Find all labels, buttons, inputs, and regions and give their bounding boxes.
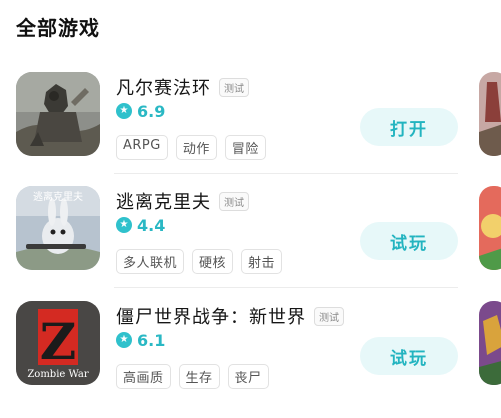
rating-score: 4.4 (137, 215, 166, 235)
genre-tag[interactable]: 丧尸 (227, 364, 269, 389)
divider (114, 287, 458, 288)
genre-tag[interactable]: ARPG (116, 135, 168, 160)
next-game-cover-peek[interactable] (479, 301, 501, 385)
genre-tag[interactable]: 生存 (178, 364, 220, 389)
open-button[interactable]: 打开 (360, 108, 458, 146)
game-title[interactable]: 逃离克里夫 (116, 188, 211, 214)
star-icon: ★ (116, 217, 132, 233)
try-play-button[interactable]: 试玩 (360, 222, 458, 260)
cover-logo-letter: Z (40, 312, 77, 371)
genre-tag[interactable]: 多人联机 (116, 249, 185, 274)
cover-title-text: 逃离克里夫 (33, 190, 83, 203)
rating-score: 6.1 (137, 330, 166, 350)
genre-tag[interactable]: 冒险 (224, 135, 266, 160)
game-cover-image[interactable]: Z Zombie War (16, 301, 100, 385)
genre-tag[interactable]: 高画质 (116, 364, 171, 389)
game-cover-image[interactable]: 逃离克里夫 (16, 186, 100, 270)
game-list-item[interactable]: 凡尔赛法环 测试 ★ 6.9 ARPG 动作 冒险 打开 (0, 70, 501, 180)
try-play-button[interactable]: 试玩 (360, 337, 458, 375)
game-title[interactable]: 僵尸世界战争：新世界 (116, 303, 306, 329)
test-badge: 测试 (314, 306, 344, 326)
game-title[interactable]: 凡尔赛法环 (116, 74, 211, 100)
genre-tag[interactable]: 硬核 (192, 249, 234, 274)
genre-tag[interactable]: 动作 (175, 135, 217, 160)
game-list-item[interactable]: 逃离克里夫 逃离克里夫 测试 ★ 4.4 多人联机 硬核 射击 试玩 (0, 184, 501, 294)
genre-tag[interactable]: 射击 (241, 249, 283, 274)
game-cover-image[interactable] (16, 72, 100, 156)
test-badge: 测试 (219, 77, 249, 97)
next-game-cover-peek[interactable] (479, 186, 501, 270)
game-list-item[interactable]: Z Zombie War 僵尸世界战争：新世界 测试 ★ 6.1 高画质 生存 … (0, 299, 501, 409)
star-icon: ★ (116, 103, 132, 119)
cover-title-text: Zombie War (27, 369, 89, 380)
test-badge: 测试 (219, 191, 249, 211)
next-game-cover-peek[interactable] (479, 72, 501, 156)
divider (114, 173, 458, 174)
star-icon: ★ (116, 332, 132, 348)
rating-score: 6.9 (137, 101, 166, 121)
page-title: 全部游戏 (16, 16, 100, 40)
